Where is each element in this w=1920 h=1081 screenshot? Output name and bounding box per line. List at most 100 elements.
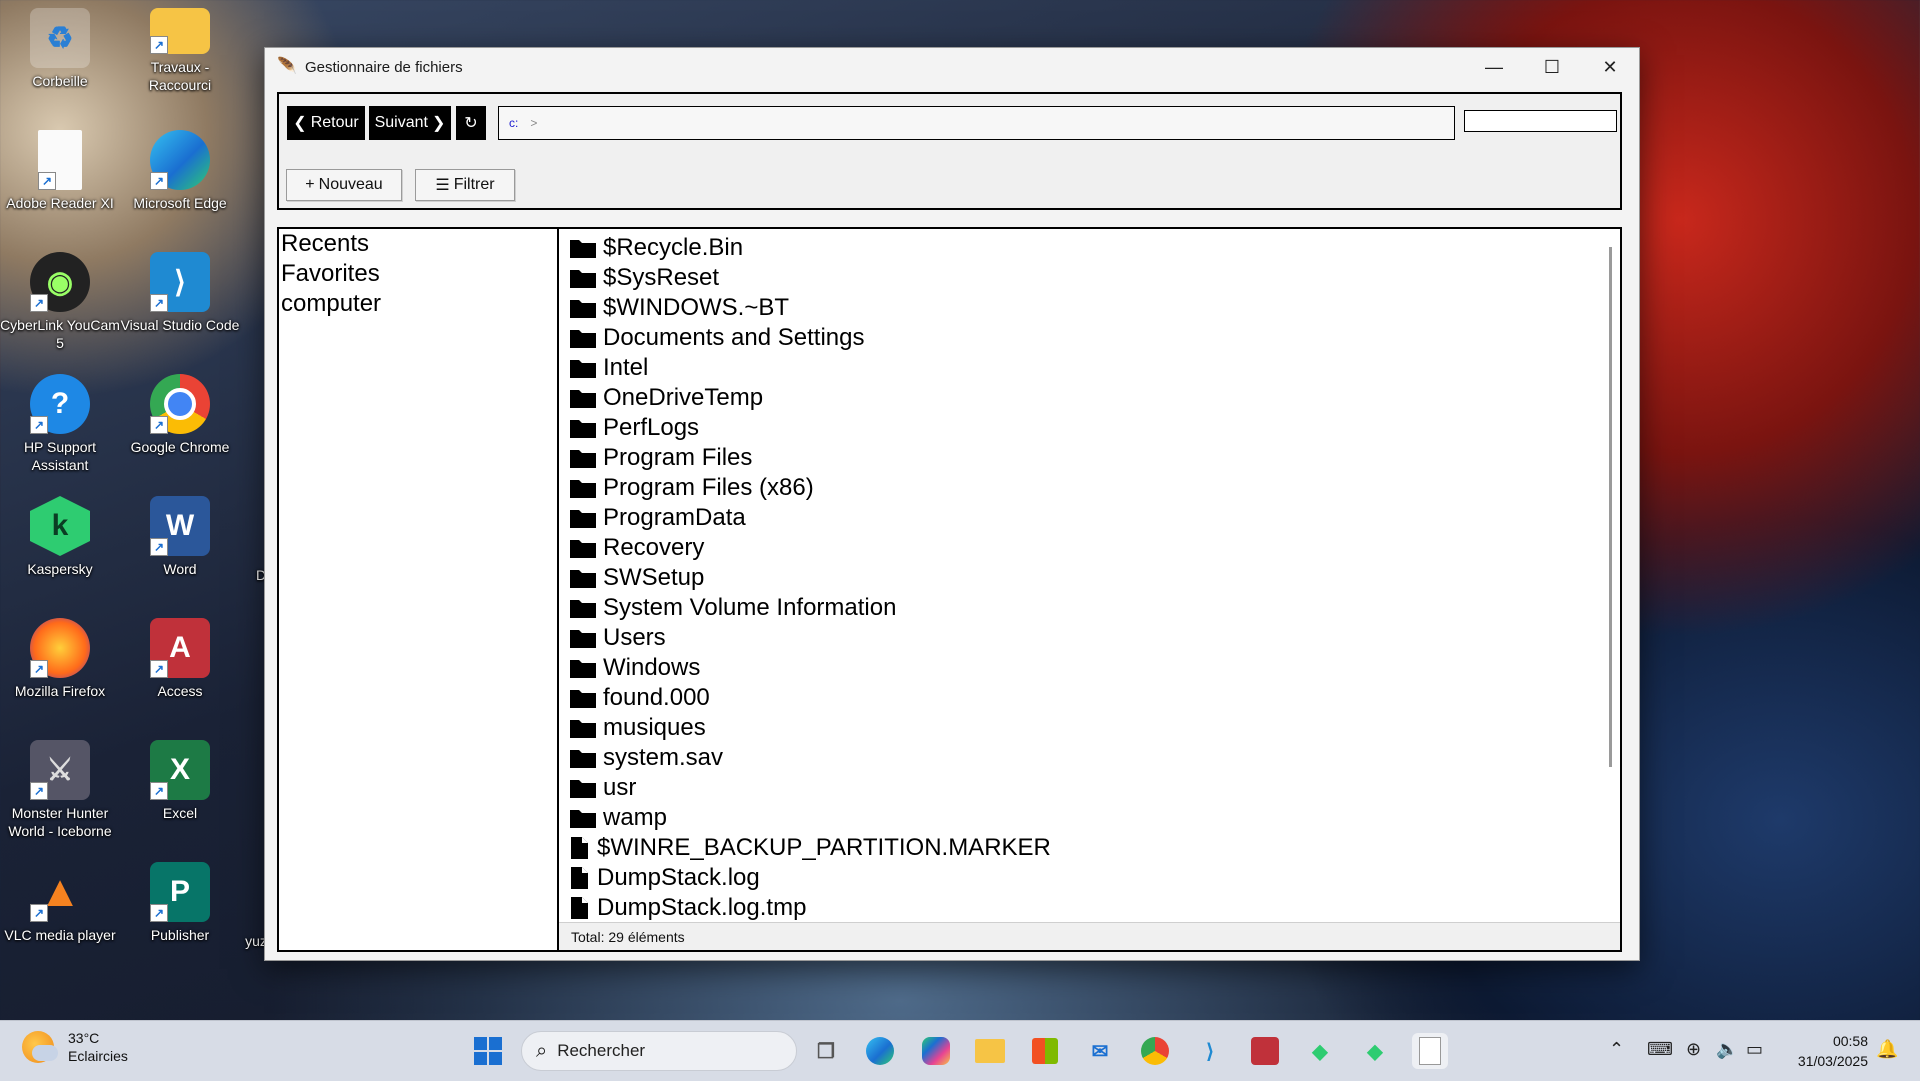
file-row[interactable]: System Volume Information bbox=[569, 593, 1051, 623]
file-row[interactable]: musiques bbox=[569, 713, 1051, 743]
file-row[interactable]: Program Files bbox=[569, 443, 1051, 473]
network-icon[interactable]: ⊕ bbox=[1686, 1039, 1701, 1060]
desktop-icon-edge[interactable]: ↗ Microsoft Edge bbox=[120, 130, 240, 212]
desktop-icon-publisher[interactable]: P ↗ Publisher bbox=[120, 862, 240, 944]
file-explorer-icon[interactable] bbox=[972, 1033, 1008, 1069]
filter-button[interactable]: ☰ Filtrer bbox=[415, 169, 515, 201]
copilot-icon[interactable] bbox=[918, 1033, 954, 1069]
file-row[interactable]: $SysReset bbox=[569, 263, 1051, 293]
title-bar[interactable]: 🪶 Gestionnaire de fichiers — ☐ ✕ bbox=[265, 48, 1639, 86]
notification-icon[interactable]: 🔔 bbox=[1876, 1039, 1898, 1060]
desktop-icon-adobe-reader[interactable]: ↗ Adobe Reader XI bbox=[0, 130, 120, 212]
breadcrumb-drive[interactable]: c: bbox=[509, 116, 518, 130]
chevron-right-icon: ❯ bbox=[431, 115, 446, 132]
desktop-icon-travaux[interactable]: ↗ Travaux - Raccourci bbox=[120, 8, 240, 94]
weather-widget[interactable]: 33°C Eclaircies bbox=[22, 1029, 128, 1065]
forward-button[interactable]: Suivant ❯ bbox=[369, 106, 451, 140]
battery-icon[interactable]: ▭ bbox=[1746, 1039, 1763, 1060]
clock[interactable]: 00:58 31/03/2025 bbox=[1798, 1031, 1868, 1071]
sidebar-item-computer[interactable]: computer bbox=[279, 289, 557, 319]
file-name: $WINRE_BACKUP_PARTITION.MARKER bbox=[597, 834, 1051, 861]
desktop-icon-kaspersky[interactable]: k Kaspersky bbox=[0, 496, 120, 578]
desktop-icon-word[interactable]: W ↗ Word bbox=[120, 496, 240, 578]
window-title: Gestionnaire de fichiers bbox=[305, 58, 463, 76]
desktop-icon-access[interactable]: A ↗ Access bbox=[120, 618, 240, 700]
task-view-icon[interactable]: ❐ bbox=[808, 1033, 844, 1069]
close-button[interactable]: ✕ bbox=[1581, 48, 1639, 86]
file-row[interactable]: SWSetup bbox=[569, 563, 1051, 593]
file-row[interactable]: $Recycle.Bin bbox=[569, 233, 1051, 263]
volume-icon[interactable]: 🔈 bbox=[1716, 1039, 1738, 1060]
file-row[interactable]: system.sav bbox=[569, 743, 1051, 773]
desktop-icon-excel[interactable]: X ↗ Excel bbox=[120, 740, 240, 822]
file-name: Recovery bbox=[603, 534, 705, 561]
file-row[interactable]: Users bbox=[569, 623, 1051, 653]
edge-icon[interactable] bbox=[862, 1033, 898, 1069]
weather-desc: Eclaircies bbox=[68, 1048, 128, 1064]
file-manager-window: 🪶 Gestionnaire de fichiers — ☐ ✕ ❮ Retou… bbox=[264, 47, 1640, 961]
file-icon bbox=[569, 836, 591, 860]
maximize-button[interactable]: ☐ bbox=[1523, 48, 1581, 86]
file-row[interactable]: PerfLogs bbox=[569, 413, 1051, 443]
file-row[interactable]: DumpStack.log bbox=[569, 863, 1051, 893]
desktop-icon-hp-support[interactable]: ? ↗ HP Support Assistant bbox=[0, 374, 120, 474]
file-row[interactable]: Program Files (x86) bbox=[569, 473, 1051, 503]
sidebar-item-recents[interactable]: Recents bbox=[279, 229, 557, 259]
weather-icon bbox=[22, 1031, 58, 1063]
file-name: wamp bbox=[603, 804, 668, 831]
file-row[interactable]: $WINRE_BACKUP_PARTITION.MARKER bbox=[569, 833, 1051, 863]
file-row[interactable]: $WINDOWS.~BT bbox=[569, 293, 1051, 323]
address-bar[interactable]: c: > bbox=[498, 106, 1455, 140]
breadcrumb-separator: > bbox=[530, 116, 538, 130]
app-green-icon-2[interactable]: ◆ bbox=[1357, 1033, 1393, 1069]
file-row[interactable]: usr bbox=[569, 773, 1051, 803]
folder-icon bbox=[569, 476, 597, 500]
keyboard-icon[interactable]: ⌨ bbox=[1647, 1039, 1673, 1060]
file-row[interactable]: Windows bbox=[569, 653, 1051, 683]
kaspersky-icon: k bbox=[30, 496, 90, 556]
new-button[interactable]: + Nouveau bbox=[286, 169, 402, 201]
file-row[interactable]: OneDriveTemp bbox=[569, 383, 1051, 413]
document-app-icon[interactable] bbox=[1412, 1033, 1448, 1069]
file-name: DumpStack.log bbox=[597, 864, 760, 891]
desktop-icon-monster-hunter[interactable]: ⚔ ↗ Monster Hunter World - Iceborne bbox=[0, 740, 120, 840]
back-button[interactable]: ❮ Retour bbox=[287, 106, 365, 140]
scrollbar[interactable] bbox=[1609, 247, 1612, 767]
minimize-button[interactable]: — bbox=[1465, 48, 1523, 86]
sidebar-item-favorites[interactable]: Favorites bbox=[279, 259, 557, 289]
chrome-icon[interactable] bbox=[1137, 1033, 1173, 1069]
file-row[interactable]: found.000 bbox=[569, 683, 1051, 713]
file-row[interactable]: DumpStack.log.tmp bbox=[569, 893, 1051, 923]
file-name: Windows bbox=[603, 654, 701, 681]
chevron-up-icon[interactable]: ⌃ bbox=[1609, 1039, 1624, 1060]
desktop-icon-firefox[interactable]: ↗ Mozilla Firefox bbox=[0, 618, 120, 700]
file-row[interactable]: Recovery bbox=[569, 533, 1051, 563]
file-name: DumpStack.log.tmp bbox=[597, 894, 807, 921]
desktop-icon-vlc[interactable]: ▲ ↗ VLC media player bbox=[0, 862, 120, 944]
date: 31/03/2025 bbox=[1797, 1053, 1868, 1069]
store-icon[interactable] bbox=[1027, 1033, 1063, 1069]
file-icon bbox=[569, 866, 591, 890]
file-name: System Volume Information bbox=[603, 594, 897, 621]
search-input[interactable] bbox=[1464, 110, 1617, 132]
file-name: musiques bbox=[603, 714, 706, 741]
file-row[interactable]: ProgramData bbox=[569, 503, 1051, 533]
desktop-icon-recycle-bin[interactable]: ♻ Corbeille bbox=[0, 8, 120, 90]
start-icon[interactable] bbox=[470, 1033, 506, 1069]
mail-icon[interactable]: ✉ bbox=[1082, 1033, 1118, 1069]
file-row[interactable]: wamp bbox=[569, 803, 1051, 833]
chrome-icon: ↗ bbox=[150, 374, 210, 434]
desktop-icon-vscode[interactable]: ⟩ ↗ Visual Studio Code bbox=[120, 252, 240, 334]
folder-icon bbox=[569, 266, 597, 290]
file-icon bbox=[569, 896, 591, 920]
document-icon: ↗ bbox=[38, 130, 82, 190]
file-row[interactable]: Intel bbox=[569, 353, 1051, 383]
vscode-icon[interactable]: ⟩ bbox=[1192, 1033, 1228, 1069]
refresh-button[interactable]: ↻ bbox=[456, 106, 486, 140]
taskbar-search[interactable]: ⌕ Rechercher bbox=[521, 1031, 797, 1071]
app-red-icon[interactable] bbox=[1247, 1033, 1283, 1069]
file-row[interactable]: Documents and Settings bbox=[569, 323, 1051, 353]
app-green-icon[interactable]: ◆ bbox=[1302, 1033, 1338, 1069]
desktop-icon-chrome[interactable]: ↗ Google Chrome bbox=[120, 374, 240, 456]
desktop-icon-youcam[interactable]: ◉ ↗ CyberLink YouCam 5 bbox=[0, 252, 120, 352]
